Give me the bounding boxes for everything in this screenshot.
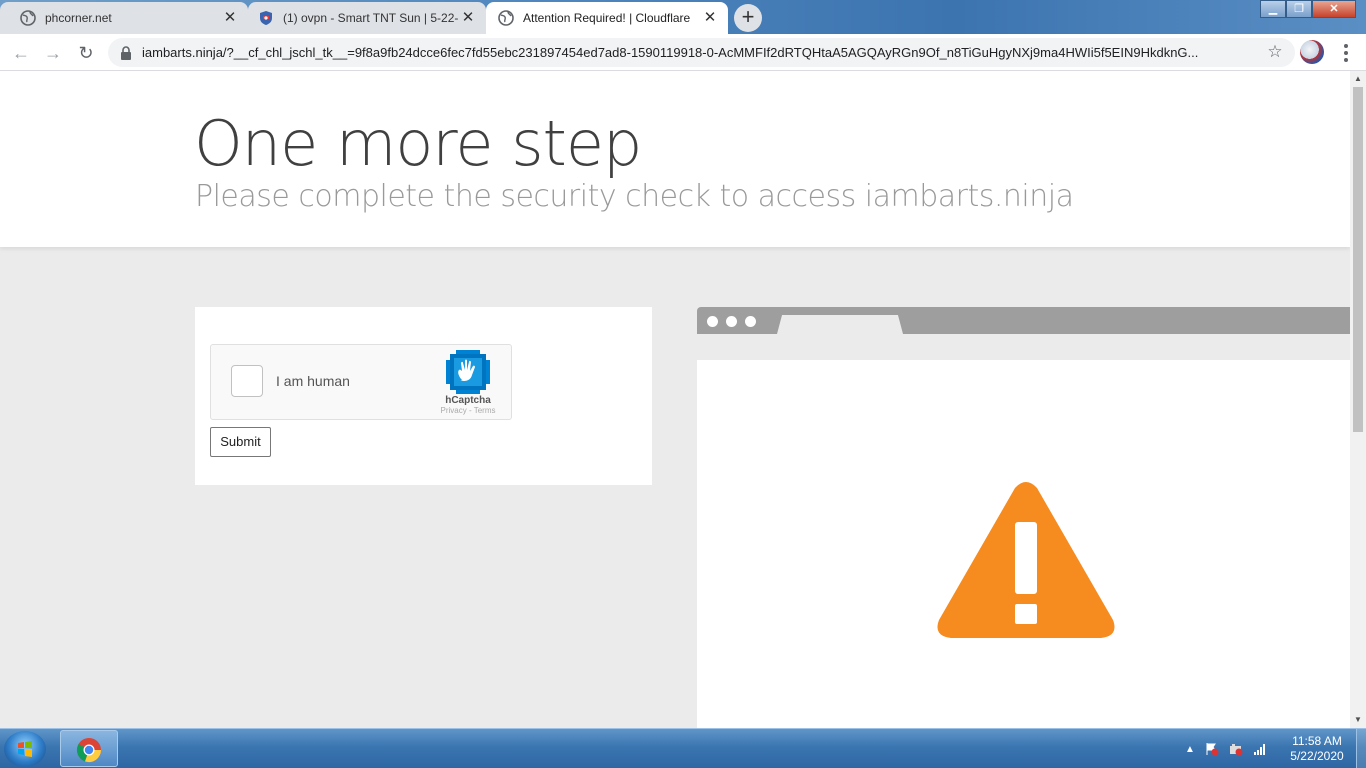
shield-icon xyxy=(260,11,272,25)
action-center-flag-icon[interactable] xyxy=(1205,742,1219,756)
globe-icon xyxy=(498,10,514,26)
url-text: iambarts.ninja/?__cf_chl_jschl_tk__=9f8a… xyxy=(142,45,1199,60)
tab-title: phcorner.net xyxy=(45,11,112,25)
new-tab-button[interactable]: + xyxy=(734,4,762,32)
close-window-icon[interactable]: ✕ xyxy=(1312,0,1356,18)
close-tab-icon[interactable]: ✕ xyxy=(460,10,476,26)
human-checkbox[interactable] xyxy=(231,365,263,397)
tab-title: Attention Required! | Cloudflare xyxy=(523,11,691,25)
tab-cloudflare[interactable]: Attention Required! | Cloudflare ✕ xyxy=(486,2,728,34)
minimize-icon[interactable]: ▁ xyxy=(1260,0,1286,18)
captcha-card: I am human hCaptcha Privacy - Terms Subm… xyxy=(195,307,652,485)
tab-phcorner[interactable]: phcorner.net ✕ xyxy=(0,2,248,34)
browser-illustration xyxy=(697,307,1350,728)
captcha-privacy-terms[interactable]: Privacy - Terms xyxy=(426,406,510,415)
profile-avatar-icon[interactable] xyxy=(1300,40,1324,64)
tab-ovpn[interactable]: (1) ovpn - Smart TNT Sun | 5-22- ✕ xyxy=(248,2,486,34)
start-button[interactable] xyxy=(4,731,46,767)
page-viewport: One more step Please complete the securi… xyxy=(0,71,1350,728)
forward-arrow-icon[interactable]: → xyxy=(40,40,66,66)
power-icon[interactable] xyxy=(1229,742,1243,756)
hcaptcha-brand: hCaptcha xyxy=(445,395,491,406)
back-arrow-icon[interactable]: ← xyxy=(8,40,34,66)
address-bar[interactable]: iambarts.ninja/?__cf_chl_jschl_tk__=9f8a… xyxy=(108,38,1295,67)
restore-icon[interactable]: ❐ xyxy=(1286,0,1312,18)
close-tab-icon[interactable]: ✕ xyxy=(702,10,718,26)
tab-title: (1) ovpn - Smart TNT Sun | 5-22- xyxy=(283,11,459,25)
windows-logo-icon xyxy=(18,741,32,757)
chrome-icon xyxy=(76,738,102,763)
clock-time: 11:58 AM xyxy=(1292,734,1342,748)
reload-icon[interactable]: ↻ xyxy=(73,40,99,66)
warning-triangle-icon xyxy=(937,482,1115,638)
scroll-down-icon[interactable]: ▼ xyxy=(1354,715,1362,724)
bookmark-star-icon[interactable]: ☆ xyxy=(1255,42,1295,62)
page-title: One more step xyxy=(194,107,642,180)
illustration-dot xyxy=(745,316,756,327)
taskbar-chrome-button[interactable] xyxy=(60,730,118,767)
captcha-label: I am human xyxy=(276,373,350,389)
show-desktop-button[interactable] xyxy=(1356,729,1366,768)
illustration-tab xyxy=(777,315,903,334)
illustration-dot xyxy=(707,316,718,327)
browser-toolbar: ← → ↻ iambarts.ninja/?__cf_chl_jschl_tk_… xyxy=(0,34,1366,71)
submit-button[interactable]: Submit xyxy=(210,427,271,457)
scrollbar-thumb[interactable] xyxy=(1353,87,1363,432)
illustration-toolbar xyxy=(697,334,1350,360)
page-scrollbar[interactable]: ▲ ▼ xyxy=(1350,71,1366,728)
windows-taskbar: ▲ 11:58 AM 5/22/2020 xyxy=(0,728,1366,768)
page-header: One more step Please complete the securi… xyxy=(0,71,1350,247)
tab-strip: phcorner.net ✕ (1) ovpn - Smart TNT Sun … xyxy=(0,0,1366,34)
system-tray: ▲ xyxy=(1185,739,1267,759)
page-subtitle: Please complete the security check to ac… xyxy=(195,179,1074,214)
close-tab-icon[interactable]: ✕ xyxy=(222,10,238,26)
illustration-dot xyxy=(726,316,737,327)
system-clock[interactable]: 11:58 AM 5/22/2020 xyxy=(1282,734,1352,764)
network-signal-icon[interactable] xyxy=(1253,742,1267,756)
illustration-body xyxy=(697,360,1350,728)
hcaptcha-widget: I am human hCaptcha Privacy - Terms xyxy=(210,344,512,420)
window-controls: ▁ ❐ ✕ xyxy=(1260,0,1356,18)
show-hidden-icons-icon[interactable]: ▲ xyxy=(1185,744,1195,755)
scroll-up-icon[interactable]: ▲ xyxy=(1354,74,1362,83)
lock-icon xyxy=(121,45,131,60)
kebab-menu-icon[interactable] xyxy=(1336,42,1356,64)
globe-icon xyxy=(20,10,36,26)
clock-date: 5/22/2020 xyxy=(1290,749,1344,763)
hcaptcha-logo-icon xyxy=(446,350,490,394)
